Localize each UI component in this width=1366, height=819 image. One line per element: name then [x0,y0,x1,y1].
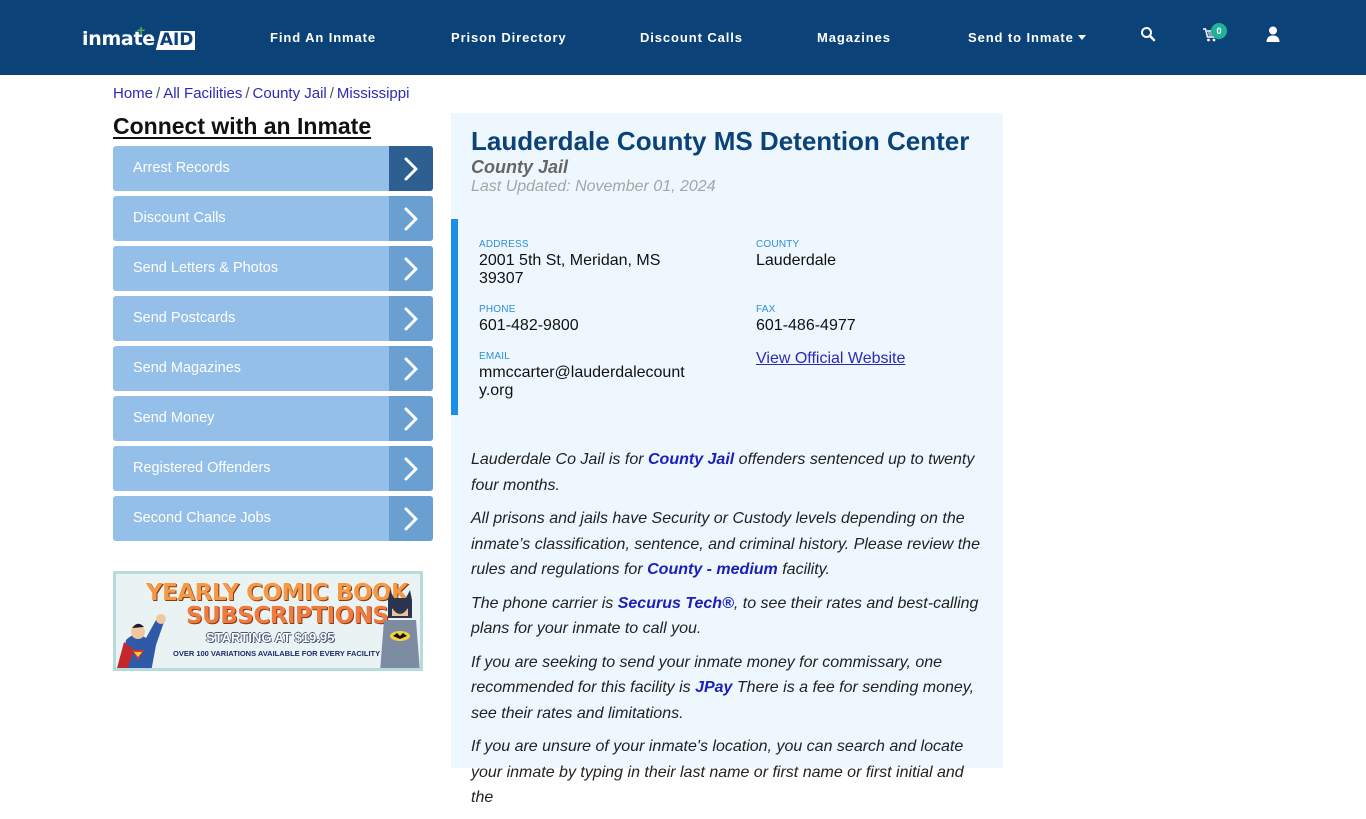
cart-count-badge: 0 [1211,23,1227,39]
banner-subtext: OVER 100 VARIATIONS AVAILABLE FOR EVERY … [173,649,381,658]
facility-panel: Lauderdale County MS Detention Center Co… [451,113,1003,806]
logo-plus-icon: + [137,22,146,38]
address-value: 2001 5th St, Meridan, MS 39307 [479,252,660,288]
nav-send-to-inmate-label: Send to Inmate [968,30,1074,45]
user-icon [1266,26,1280,42]
description-paragraph: The phone carrier is Securus Tech®, to s… [471,591,986,642]
breadcrumb: Home / All Facilities / County Jail / Mississi… [113,85,409,102]
sidebar-item-label: Arrest Records [133,160,230,176]
county-jail-link[interactable]: County Jail [648,451,734,468]
chevron-right-icon [389,396,433,441]
chevron-right-icon [389,446,433,491]
address-label: Address [479,239,529,250]
comic-book-subscription-banner[interactable]: YEARLY COMIC BOOK SUBSCRIPTIONS STARTING… [113,571,423,671]
chevron-right-icon [389,496,433,541]
breadcrumb-separator: / [245,85,250,102]
sidebar-item-send-money[interactable]: Send Money [113,396,433,441]
nav-send-to-inmate[interactable]: Send to Inmate [968,30,1086,45]
chevron-right-icon [389,196,433,241]
fax-label: Fax [756,304,776,315]
description-paragraph: If you are unsure of your inmate's locat… [471,734,986,811]
facility-type: County Jail [471,157,569,177]
breadcrumb-mississippi[interactable]: Mississippi [337,85,410,102]
text: The phone carrier is [471,594,618,612]
sidebar-item-send-letters-photos[interactable]: Send Letters & Photos [113,246,433,291]
superhero-illustration-icon [117,614,166,668]
chevron-right-icon [389,146,433,191]
facility-title: Lauderdale County MS Detention Center [471,126,970,156]
top-navbar: inmate AID + Find An Inmate Prison Direc… [0,0,1366,75]
county-value: Lauderdale [756,252,837,269]
description-paragraph: Lauderdale Co Jail is for County Jail of… [471,447,986,498]
logo-accent-text: AID [159,30,194,50]
description-paragraph: If you are seeking to send your inmate m… [471,650,986,727]
sidebar-item-label: Second Chance Jobs [133,510,271,526]
text: If you are unsure of your inmate's locat… [471,738,964,806]
fax-field: Fax 601-486-4977 [756,304,856,335]
phone-field: Phone 601-482-9800 [479,304,579,335]
banner-price: STARTING AT $19.95 [206,630,335,645]
sidebar-item-send-magazines[interactable]: Send Magazines [113,346,433,391]
breadcrumb-county-jail[interactable]: County Jail [253,85,327,102]
nav-magazines[interactable]: Magazines [817,30,891,45]
nav-prison-directory[interactable]: Prison Directory [451,30,567,45]
sidebar-item-label: Send Letters & Photos [133,260,279,276]
facility-description: Lauderdale Co Jail is for County Jail of… [471,447,986,819]
address-line-2: 39307 [479,270,524,287]
search-button[interactable] [1140,26,1160,46]
last-updated: Last Updated: November 01, 2024 [471,178,716,195]
sidebar-item-registered-offenders[interactable]: Registered Offenders [113,446,433,491]
breadcrumb-separator: / [329,85,334,102]
banner-headline-2: SUBSCRIPTIONS [186,603,389,629]
sidebar-item-label: Send Money [133,410,215,426]
jpay-link[interactable]: JPay [695,679,732,696]
batman-illustration-icon [380,590,420,668]
sidebar-menu: Arrest Records Discount Calls Send Lette… [113,146,433,546]
fax-value: 601-486-4977 [756,317,856,334]
description-paragraph: All prisons and jails have Security or C… [471,506,986,583]
sidebar-item-label: Registered Offenders [133,460,271,476]
address-line-1: 2001 5th St, Meridan, MS [479,252,661,269]
breadcrumb-all-facilities[interactable]: All Facilities [163,85,242,102]
breadcrumb-home[interactable]: Home [113,85,153,102]
county-label: County [756,239,800,250]
email-value[interactable]: mmccarter@lauderdalecount y.org [479,364,685,400]
text: Lauderdale Co Jail is for [471,451,648,468]
email-label: Email [479,351,511,362]
email-line-2: y.org [479,382,514,399]
search-icon [1141,27,1156,42]
text: facility. [777,561,830,578]
nav-find-an-inmate[interactable]: Find An Inmate [270,30,376,45]
sidebar-item-send-postcards[interactable]: Send Postcards [113,296,433,341]
chevron-right-icon [389,346,433,391]
chevron-right-icon [389,246,433,291]
facility-contact-box: Address 2001 5th St, Meridan, MS 39307 Co… [451,219,1003,415]
sidebar-item-label: Send Postcards [133,310,236,326]
email-line-1: mmccarter@lauderdalecount [479,364,685,381]
sidebar-item-label: Discount Calls [133,210,226,226]
connect-with-inmate-heading: Connect with an Inmate [113,113,372,139]
chevron-right-icon [389,296,433,341]
county-medium-link[interactable]: County - medium [647,561,778,578]
nav-discount-calls[interactable]: Discount Calls [640,30,743,45]
sidebar-item-second-chance-jobs[interactable]: Second Chance Jobs [113,496,433,541]
sidebar-item-arrest-records[interactable]: Arrest Records [113,146,433,191]
sidebar-item-label: Send Magazines [133,360,242,376]
logo-accent: AID [155,30,196,50]
email-field: Email mmccarter@lauderdalecount y.org [479,351,685,400]
phone-value[interactable]: 601-482-9800 [479,317,579,335]
address-field: Address 2001 5th St, Meridan, MS 39307 [479,239,660,288]
securus-tech-link[interactable]: Securus Tech® [618,595,734,612]
sidebar-item-discount-calls[interactable]: Discount Calls [113,196,433,241]
phone-label: Phone [479,304,516,315]
breadcrumb-separator: / [156,85,161,102]
account-button[interactable] [1266,26,1286,46]
view-official-website-link[interactable]: View Official Website [756,350,905,368]
caret-down-icon [1077,35,1086,40]
county-field: County Lauderdale [756,239,836,270]
